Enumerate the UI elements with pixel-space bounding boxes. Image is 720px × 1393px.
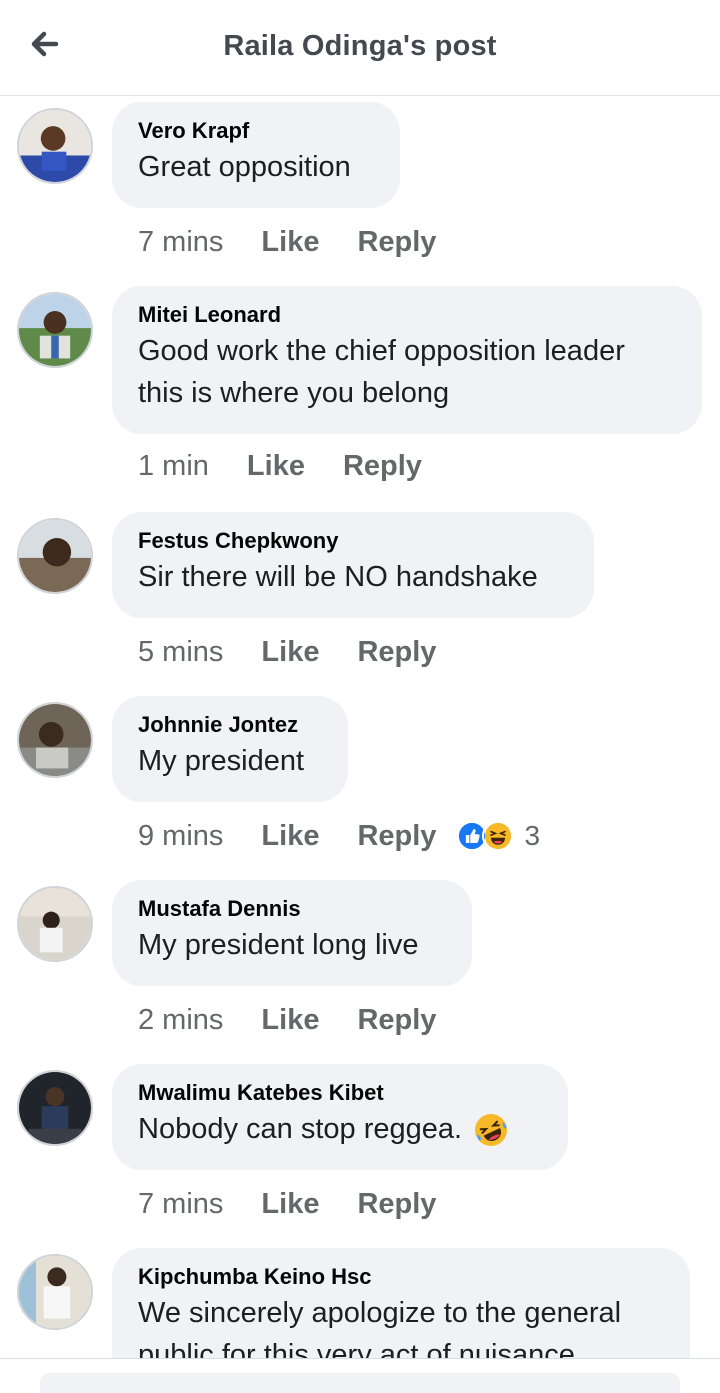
comment-author[interactable]: Festus Chepkwony [138,528,568,554]
comment-author[interactable]: Kipchumba Keino Hsc [138,1264,664,1290]
comment-actions: 5 mins Like Reply [138,632,436,672]
comment-bubble[interactable]: Johnnie Jontez My president [112,696,348,802]
comment-actions: 2 mins Like Reply [138,1000,436,1040]
comment-text: Sir there will be NO handshake [138,561,538,593]
top-bar: Raila Odinga's post [0,0,720,96]
comment-time[interactable]: 1 min [138,450,209,483]
like-button[interactable]: Like [261,636,319,669]
reaction-count: 3 [524,820,541,851]
comment-time[interactable]: 7 mins [138,226,223,259]
comment-actions: 7 mins Like Reply [138,222,436,262]
rolling-laughing-emoji-icon [475,1114,508,1147]
comment-actions: 1 min Like Reply [138,446,422,486]
avatar[interactable] [17,1070,93,1146]
like-button[interactable]: Like [261,226,319,259]
page-title: Raila Odinga's post [223,30,497,62]
reply-button[interactable]: Reply [343,450,422,483]
comment-text: Great opposition [138,151,351,183]
comment-bubble[interactable]: Mustafa Dennis My president long live [112,880,472,986]
avatar[interactable] [17,702,93,778]
comment-time[interactable]: 2 mins [138,1004,223,1037]
reply-button[interactable]: Reply [357,1004,436,1037]
comment-time[interactable]: 7 mins [138,1188,223,1221]
comment-list: Vero Krapf Great opposition 7 mins Like … [0,96,720,1358]
haha-reaction-icon [482,820,515,852]
comment-author[interactable]: Mwalimu Katebes Kibet [138,1080,542,1106]
comment-author[interactable]: Johnnie Jontez [138,712,322,738]
avatar[interactable] [17,518,93,594]
comment-author[interactable]: Mustafa Dennis [138,896,446,922]
like-button[interactable]: Like [261,1188,319,1221]
comment-text: Nobody can stop reggea. [138,1108,542,1150]
comment-time[interactable]: 5 mins [138,636,223,669]
comment-author[interactable]: Mitei Leonard [138,302,676,328]
comment-text-content: Nobody can stop reggea. [138,1113,463,1145]
reply-button[interactable]: Reply [357,226,436,259]
reaction-summary[interactable]: 3 [456,820,540,852]
avatar[interactable] [17,1254,93,1330]
avatar[interactable] [17,292,93,368]
comment-actions: 7 mins Like Reply [138,1184,436,1224]
comment-text: My president long live [138,929,419,961]
comment-bubble[interactable]: Festus Chepkwony Sir there will be NO ha… [112,512,594,618]
comment-actions: 9 mins Like Reply 3 [138,816,540,856]
avatar[interactable] [17,108,93,184]
comment-input[interactable] [40,1373,680,1393]
reply-button[interactable]: Reply [357,636,436,669]
like-button[interactable]: Like [261,1004,319,1037]
comment-text: We sincerely apologize to the general pu… [138,1297,622,1358]
like-button[interactable]: Like [261,820,319,853]
reply-button[interactable]: Reply [357,1188,436,1221]
comment-author[interactable]: Vero Krapf [138,118,374,144]
like-button[interactable]: Like [247,450,305,483]
comment-composer-bar [0,1358,720,1393]
avatar[interactable] [17,886,93,962]
comment-bubble[interactable]: Kipchumba Keino Hsc We sincerely apologi… [112,1248,690,1358]
comment-time[interactable]: 9 mins [138,820,223,853]
comment-text: My president [138,745,305,777]
comment-bubble[interactable]: Vero Krapf Great opposition [112,102,400,208]
comment-bubble[interactable]: Mitei Leonard Good work the chief opposi… [112,286,702,434]
comment-text: Good work the chief opposition leader th… [138,335,625,409]
comment-bubble[interactable]: Mwalimu Katebes Kibet Nobody can stop re… [112,1064,568,1170]
reply-button[interactable]: Reply [357,820,436,853]
